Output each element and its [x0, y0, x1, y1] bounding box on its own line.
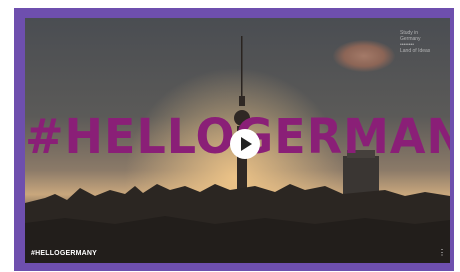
video-player[interactable]: Study in Germany •••••••• Land of Ideas … [25, 18, 450, 263]
video-caption: #HELLOGERMANY [31, 250, 97, 257]
watermark-line: Land of Ideas [400, 48, 431, 54]
play-icon [241, 137, 252, 151]
cloud-decoration [333, 40, 395, 72]
study-in-germany-watermark: Study in Germany •••••••• Land of Ideas [400, 30, 444, 54]
more-options-icon[interactable]: ⋮ [438, 249, 446, 257]
play-button[interactable] [230, 129, 260, 159]
